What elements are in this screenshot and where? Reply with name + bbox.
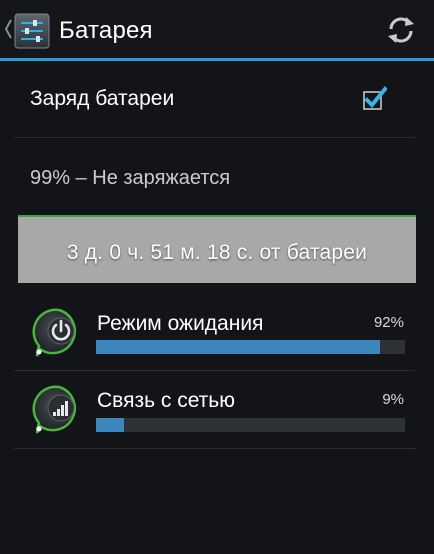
usage-item-percent: 9% [382,391,404,408]
usage-time-text: 3 д. 0 ч. 51 м. 18 с. от батареи [66,241,368,264]
battery-charge-checkbox[interactable] [361,86,387,112]
battery-status-text: 99% – Не заряжается [30,167,231,189]
battery-charge-label: Заряд батареи [30,87,175,110]
chevron-left-icon[interactable] [3,16,13,42]
divider [14,137,415,138]
usage-item-percent: 92% [373,314,404,331]
divider [14,370,415,371]
settings-sliders-icon[interactable] [13,12,51,50]
battery-screen: Батарея Заряд батареи 99% – Не заряжаетс… [0,0,434,554]
usage-bar-track [96,418,405,432]
refresh-icon[interactable] [383,12,419,48]
usage-bar-fill [96,418,124,432]
usage-item-name: Режим ожидания [97,312,264,335]
usage-item-standby[interactable]: Режим ожидания 92% [18,296,416,372]
power-icon [32,308,77,357]
page-title: Батарея [59,17,153,44]
usage-item-cell-network[interactable]: Связь с сетью 9% [18,373,416,449]
usage-item-name: Связь с сетью [97,389,235,412]
divider [14,448,415,449]
signal-bars-icon [32,385,77,434]
action-bar: Батарея [0,0,434,59]
usage-bar-track [96,340,405,354]
usage-bar-fill [96,340,381,354]
action-bar-accent-line [0,58,434,61]
